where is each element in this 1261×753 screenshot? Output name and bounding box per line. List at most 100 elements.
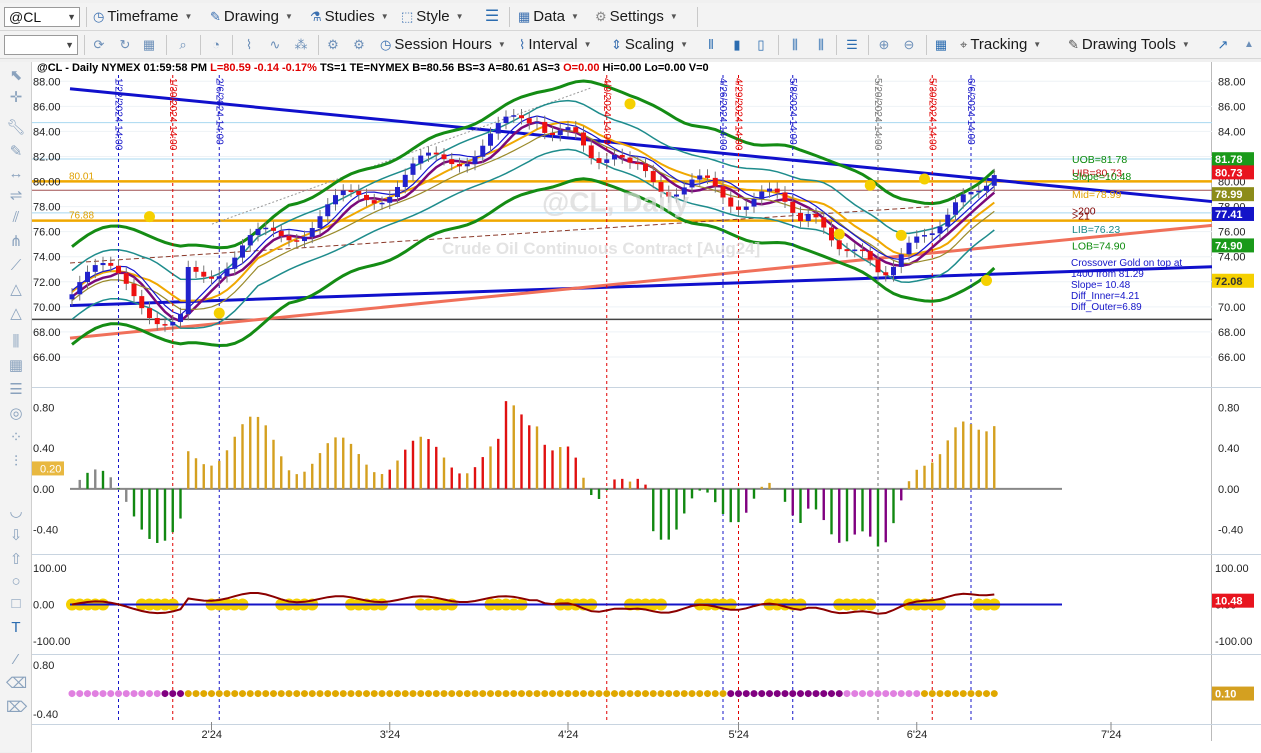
- signal-dot: [603, 690, 611, 698]
- panes-icon[interactable]: ☰: [843, 36, 861, 54]
- arrow-down-icon[interactable]: ⇩: [6, 526, 26, 546]
- signal-dot: [502, 690, 510, 698]
- wrench-icon[interactable]: 🔧︎: [6, 118, 26, 138]
- interval-button[interactable]: ⌇ Interval ▼: [519, 34, 591, 56]
- signal-dot: [564, 690, 572, 698]
- horizontal-line-icon[interactable]: ⇌: [6, 186, 26, 206]
- trend-icon[interactable]: ↗: [1214, 36, 1232, 54]
- triangle-icon[interactable]: △: [6, 280, 26, 300]
- settings-label: Settings: [609, 8, 664, 25]
- hist-bar: [287, 470, 291, 489]
- timeframe-button[interactable]: ◷ Timeframe ▼: [93, 6, 192, 28]
- parallel-lines-icon[interactable]: ⫽: [6, 208, 26, 228]
- studies-button[interactable]: ⚗ Studies ▼: [310, 6, 389, 28]
- signal-dot: [370, 690, 378, 698]
- signal-dot: [804, 690, 812, 698]
- hist-bar: [714, 488, 717, 503]
- pitchfork-icon[interactable]: ⋔: [6, 232, 26, 252]
- scaling-button[interactable]: ⇕ Scaling ▼: [611, 34, 688, 56]
- candle-body: [511, 115, 517, 117]
- session-hours-button[interactable]: ◷ Session Hours ▼: [380, 34, 506, 56]
- event-marker-label: 1/30/2024 14:00: [167, 78, 178, 151]
- data-window-icon[interactable]: ▦: [932, 36, 950, 54]
- table-icon: ▦: [518, 9, 531, 24]
- candle-body: [852, 249, 858, 252]
- cursor-icon[interactable]: ⬉: [6, 66, 26, 86]
- level-label: 76.88: [69, 211, 94, 222]
- layout-icon[interactable]: ☰: [483, 8, 501, 26]
- settings-button[interactable]: ⚙ Settings ▼: [595, 6, 678, 28]
- move-icon[interactable]: ↔: [6, 164, 26, 184]
- delete-icon[interactable]: ⌦: [6, 698, 27, 718]
- circle-target-icon[interactable]: ◎: [6, 404, 26, 424]
- fib-icon[interactable]: ☰: [6, 380, 26, 400]
- hollow-candle-icon[interactable]: ▯: [752, 36, 770, 54]
- hist-bar: [838, 488, 841, 543]
- settings-small-icon[interactable]: ⚙: [324, 36, 342, 54]
- eraser-icon[interactable]: ⌫: [6, 674, 27, 694]
- header-change: -0.14: [253, 62, 279, 74]
- candle-body: [736, 206, 741, 210]
- cycle-icon[interactable]: ⫶: [6, 452, 26, 472]
- text-icon[interactable]: T: [6, 618, 26, 638]
- candle-body: [464, 164, 470, 167]
- signal-dot: [479, 690, 487, 698]
- speedometer-icon[interactable]: ◔: [207, 36, 225, 54]
- candle-body: [588, 145, 594, 159]
- zoom-out-icon[interactable]: ⊖: [900, 36, 918, 54]
- hist-bar: [977, 429, 980, 489]
- crosshair-icon[interactable]: ✛: [6, 88, 26, 108]
- data-button[interactable]: ▦ Data ▼: [518, 6, 579, 28]
- chevron-down-icon: ▼: [680, 40, 689, 50]
- settings-alt-icon[interactable]: ⚙: [350, 36, 368, 54]
- arc-icon[interactable]: ◡: [6, 502, 26, 522]
- bar-chart-icon[interactable]: ⫴: [702, 36, 720, 54]
- price-badge-label: 77.41: [1215, 209, 1243, 221]
- candle-body: [650, 171, 656, 183]
- dots-icon[interactable]: ⁘: [6, 428, 26, 448]
- volume-icon[interactable]: ⫼: [786, 36, 804, 54]
- pencil-icon[interactable]: ✎: [6, 142, 26, 162]
- candle-body: [860, 249, 865, 252]
- magic-icon[interactable]: ⁄: [6, 650, 26, 670]
- ellipse-icon[interactable]: ○: [6, 572, 26, 592]
- chart-type-icon[interactable]: ⌇: [240, 36, 258, 54]
- workspace-select[interactable]: ▼: [4, 35, 78, 55]
- slope-tick-right: -100.00: [1215, 636, 1252, 648]
- arrow-up-icon[interactable]: ⇧: [6, 550, 26, 570]
- zoom-in-icon[interactable]: ⊕: [875, 36, 893, 54]
- hist-bar: [357, 454, 360, 489]
- candlestick-icon[interactable]: ▮: [728, 36, 746, 54]
- tracking-button[interactable]: ⌖ Tracking ▼: [960, 34, 1041, 56]
- info-line: Crossover Gold on top at: [1071, 258, 1183, 269]
- triangle-outline-icon[interactable]: △: [6, 304, 26, 324]
- event-marker-label: 2/6/2024 14:00: [213, 78, 224, 145]
- drawing-button[interactable]: ✎ Drawing ▼: [210, 6, 293, 28]
- reload-icon[interactable]: ↻: [116, 36, 134, 54]
- candle-body: [635, 162, 641, 165]
- candle-body: [844, 249, 850, 252]
- drawing-tools-button[interactable]: ✎ Drawing Tools ▼: [1068, 34, 1190, 56]
- nodes-icon[interactable]: ⁂: [292, 36, 310, 54]
- gann-icon[interactable]: ▦: [6, 356, 26, 376]
- chart-canvas[interactable]: 1/22/2024 14:00 1/30/2024 14:00 2/6/2024 1…: [32, 62, 1261, 753]
- candle-body: [263, 227, 269, 230]
- wave-icon[interactable]: ∿: [266, 36, 284, 54]
- fan-icon[interactable]: ⟋: [6, 256, 26, 276]
- hist-bar: [652, 488, 655, 532]
- grid-icon[interactable]: ▦: [140, 36, 158, 54]
- refresh-icon[interactable]: ⟳: [90, 36, 108, 54]
- divider: [232, 35, 233, 55]
- candle-body: [619, 154, 625, 158]
- zoom-box-icon[interactable]: ⌕: [174, 36, 192, 54]
- style-button[interactable]: ⬚ Style ▼: [401, 6, 464, 28]
- symbol-input[interactable]: @CL ▼: [4, 7, 80, 27]
- histogram-icon[interactable]: ⫼: [812, 36, 830, 54]
- chevron-up-icon[interactable]: ▲: [1240, 36, 1258, 54]
- event-marker-label: 4/9/2024 14:00: [601, 78, 612, 145]
- candle-body: [224, 268, 230, 277]
- header-change-pct: -0.17%: [282, 62, 317, 74]
- bars-icon[interactable]: ⫼: [6, 332, 26, 352]
- hist-bar: [272, 439, 275, 489]
- rectangle-icon[interactable]: □: [6, 594, 26, 614]
